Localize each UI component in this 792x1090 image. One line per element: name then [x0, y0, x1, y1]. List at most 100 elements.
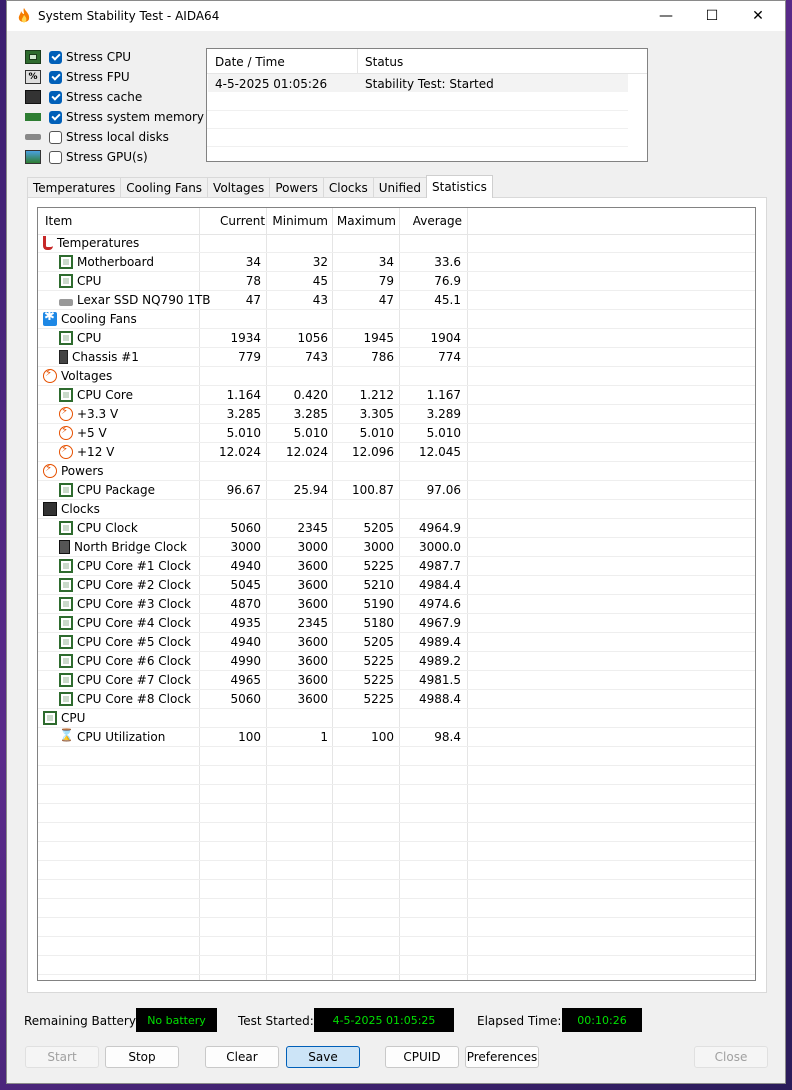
stress-memory-option[interactable]: Stress system memory: [25, 107, 204, 127]
table-row[interactable]: CPU Core 1.164 0.420 1.212 1.167: [38, 386, 755, 405]
row-label: +3.3 V: [77, 407, 119, 421]
row-min-value: 2345: [297, 616, 328, 630]
tab-clocks[interactable]: Clocks: [322, 177, 374, 198]
average-column-header[interactable]: Average: [400, 214, 462, 228]
table-row[interactable]: CPU Core #8 Clock 5060 3600 5225 4988.4: [38, 690, 755, 709]
table-group-row[interactable]: Powers: [38, 462, 755, 481]
bolt-icon: [59, 425, 73, 440]
table-row[interactable]: CPU Core #2 Clock 5045 3600 5210 4984.4: [38, 576, 755, 595]
table-row[interactable]: Motherboard 34 32 34 33.6: [38, 253, 755, 272]
empty-row[interactable]: [38, 861, 755, 880]
table-row[interactable]: CPU Utilization 100 1 100 98.4: [38, 728, 755, 747]
table-row[interactable]: CPU Core #1 Clock 4940 3600 5225 4987.7: [38, 557, 755, 576]
row-min-value: 2345: [297, 521, 328, 535]
empty-row[interactable]: [38, 747, 755, 766]
close-button[interactable]: Close: [694, 1046, 768, 1068]
stop-button[interactable]: Stop: [105, 1046, 179, 1068]
tab-cooling-fans[interactable]: Cooling Fans: [120, 177, 209, 198]
row-label: CPU Core: [77, 388, 133, 402]
table-group-row[interactable]: Voltages: [38, 367, 755, 386]
tab-voltages[interactable]: Voltages: [207, 177, 271, 198]
empty-row[interactable]: [38, 880, 755, 899]
datetime-column-header[interactable]: Date / Time: [215, 55, 285, 69]
row-max-value: 5225: [363, 692, 394, 706]
empty-row[interactable]: [38, 804, 755, 823]
start-button[interactable]: Start: [25, 1046, 99, 1068]
table-row[interactable]: +5 V 5.010 5.010 5.010 5.010: [38, 424, 755, 443]
tab-powers[interactable]: Powers: [269, 177, 324, 198]
table-row[interactable]: North Bridge Clock 3000 3000 3000 3000.0: [38, 538, 755, 557]
save-button[interactable]: Save: [286, 1046, 360, 1068]
empty-row[interactable]: [38, 785, 755, 804]
row-max-value: 3000: [363, 540, 394, 554]
table-row[interactable]: CPU Clock 5060 2345 5205 4964.9: [38, 519, 755, 538]
empty-row[interactable]: [38, 899, 755, 918]
stress-fpu-checkbox[interactable]: [49, 70, 62, 84]
table-row[interactable]: Lexar SSD NQ790 1TB 47 43 47 45.1: [38, 291, 755, 310]
item-column-header[interactable]: Item: [45, 214, 72, 228]
current-column-header[interactable]: Current: [220, 214, 265, 228]
table-row[interactable]: CPU Core #5 Clock 4940 3600 5205 4989.4: [38, 633, 755, 652]
table-group-row[interactable]: CPU: [38, 709, 755, 728]
statistics-table[interactable]: Item Current Minimum Maximum Average Tem…: [37, 207, 756, 981]
aida64-flame-icon: [18, 8, 30, 23]
stress-cpu-option[interactable]: Stress CPU: [25, 47, 204, 67]
table-row[interactable]: Chassis #1 779 743 786 774: [38, 348, 755, 367]
table-row[interactable]: +3.3 V 3.285 3.285 3.305 3.289: [38, 405, 755, 424]
row-max-value: 5225: [363, 559, 394, 573]
maximum-column-header[interactable]: Maximum: [336, 214, 396, 228]
stress-cache-option[interactable]: Stress cache: [25, 87, 204, 107]
empty-row[interactable]: [38, 766, 755, 785]
stress-gpu-checkbox[interactable]: [49, 150, 62, 164]
row-avg-value: 4989.2: [419, 654, 461, 668]
table-row[interactable]: +12 V 12.024 12.024 12.096 12.045: [38, 443, 755, 462]
status-log-row[interactable]: 4-5-2025 01:05:26 Stability Test: Starte…: [208, 74, 628, 92]
stress-cpu-checkbox[interactable]: [49, 50, 62, 64]
stress-gpu-label: Stress GPU(s): [66, 150, 148, 164]
empty-row[interactable]: [38, 842, 755, 861]
row-min-value: 3600: [297, 578, 328, 592]
row-min-value: 0.420: [293, 388, 328, 402]
row-item-name: CPU Core #5 Clock: [59, 635, 191, 649]
table-group-row[interactable]: Clocks: [38, 500, 755, 519]
stress-gpu-option[interactable]: Stress GPU(s): [25, 147, 204, 167]
stress-fpu-option[interactable]: % Stress FPU: [25, 67, 204, 87]
row-item-name: +12 V: [59, 444, 114, 459]
stress-disks-option[interactable]: Stress local disks: [25, 127, 204, 147]
empty-row[interactable]: [38, 937, 755, 956]
row-max-value: 5210: [363, 578, 394, 592]
tab-temperatures[interactable]: Temperatures: [27, 177, 122, 198]
minimum-column-header[interactable]: Minimum: [268, 214, 328, 228]
row-label: CPU Package: [77, 483, 155, 497]
table-row[interactable]: CPU Core #3 Clock 4870 3600 5190 4974.6: [38, 595, 755, 614]
table-row[interactable]: CPU Package 96.67 25.94 100.87 97.06: [38, 481, 755, 500]
status-log-table[interactable]: Date / Time Status 4-5-2025 01:05:26 Sta…: [206, 48, 648, 162]
table-row[interactable]: CPU 1934 1056 1945 1904: [38, 329, 755, 348]
empty-row[interactable]: [38, 918, 755, 937]
row-min-value: 12.024: [286, 445, 328, 459]
close-window-button[interactable]: ✕: [735, 1, 781, 31]
stress-memory-checkbox[interactable]: [49, 110, 62, 124]
table-group-row[interactable]: Temperatures: [38, 234, 755, 253]
tab-unified[interactable]: Unified: [372, 177, 427, 198]
maximize-button[interactable]: ☐: [689, 1, 735, 31]
minimize-button[interactable]: —: [643, 1, 689, 31]
stress-cache-checkbox[interactable]: [49, 90, 62, 104]
table-group-row[interactable]: Cooling Fans: [38, 309, 755, 329]
row-item-name: Temperatures: [43, 236, 139, 250]
status-column-header[interactable]: Status: [365, 55, 403, 69]
row-item-name: Lexar SSD NQ790 1TB: [59, 293, 210, 307]
table-row[interactable]: CPU 78 45 79 76.9: [38, 272, 755, 291]
stress-disks-checkbox[interactable]: [49, 130, 62, 144]
cpuid-button[interactable]: CPUID: [385, 1046, 459, 1068]
preferences-button[interactable]: Preferences: [465, 1046, 539, 1068]
table-row[interactable]: CPU Core #6 Clock 4990 3600 5225 4989.2: [38, 652, 755, 671]
row-avg-value: 3000.0: [419, 540, 461, 554]
empty-row[interactable]: [38, 956, 755, 975]
empty-row[interactable]: [38, 823, 755, 842]
table-row[interactable]: CPU Core #4 Clock 4935 2345 5180 4967.9: [38, 614, 755, 633]
clear-button[interactable]: Clear: [205, 1046, 279, 1068]
tab-statistics[interactable]: Statistics: [426, 175, 493, 198]
row-cur-value: 4990: [230, 654, 261, 668]
table-row[interactable]: CPU Core #7 Clock 4965 3600 5225 4981.5: [38, 671, 755, 690]
